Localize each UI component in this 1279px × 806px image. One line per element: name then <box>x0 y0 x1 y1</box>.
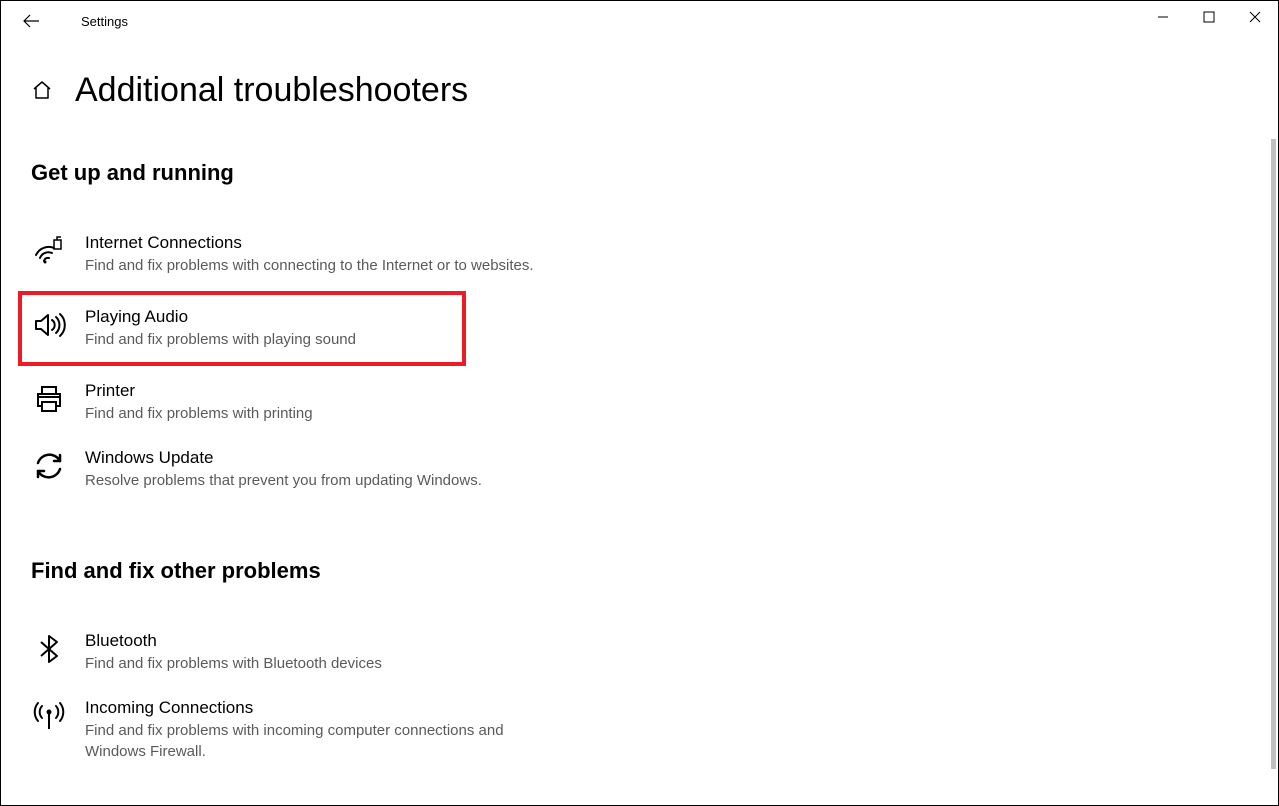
antenna-icon <box>31 698 67 734</box>
bluetooth-icon <box>31 631 67 667</box>
content-area: Additional troubleshooters Get up and ru… <box>1 41 1278 774</box>
arrow-left-icon <box>22 12 40 30</box>
troubleshooter-incoming-connections[interactable]: Incoming Connections Find and fix proble… <box>31 686 591 774</box>
troubleshooter-playing-audio[interactable]: Playing Audio Find and fix problems with… <box>18 291 466 366</box>
troubleshooter-bluetooth[interactable]: Bluetooth Find and fix problems with Blu… <box>31 619 591 686</box>
section-title-other: Find and fix other problems <box>31 558 1278 584</box>
troubleshooter-title: Internet Connections <box>85 233 553 253</box>
home-icon <box>31 79 53 101</box>
close-icon <box>1249 11 1261 23</box>
troubleshooter-internet-connections[interactable]: Internet Connections Find and fix proble… <box>31 221 591 288</box>
minimize-icon <box>1157 11 1169 23</box>
back-button[interactable] <box>11 1 51 41</box>
window-title: Settings <box>81 14 128 29</box>
troubleshooter-desc: Find and fix problems with connecting to… <box>85 255 553 276</box>
troubleshooter-list-1: Internet Connections Find and fix proble… <box>31 221 1278 503</box>
home-button[interactable] <box>31 79 55 103</box>
page-header: Additional troubleshooters <box>31 71 1278 110</box>
troubleshooter-list-2: Bluetooth Find and fix problems with Blu… <box>31 619 1278 774</box>
troubleshooter-title: Printer <box>85 381 553 401</box>
troubleshooter-desc: Find and fix problems with incoming comp… <box>85 720 553 762</box>
page-title: Additional troubleshooters <box>75 71 468 110</box>
minimize-button[interactable] <box>1140 1 1186 33</box>
troubleshooter-text: Internet Connections Find and fix proble… <box>85 233 583 276</box>
titlebar: Settings <box>1 1 1278 41</box>
printer-icon <box>31 381 67 417</box>
speaker-icon <box>31 307 67 343</box>
troubleshooter-title: Windows Update <box>85 448 553 468</box>
troubleshooter-text: Printer Find and fix problems with print… <box>85 381 583 424</box>
section-title-running: Get up and running <box>31 160 1278 186</box>
troubleshooter-text: Playing Audio Find and fix problems with… <box>85 307 454 350</box>
troubleshooter-windows-update[interactable]: Windows Update Resolve problems that pre… <box>31 436 591 503</box>
close-button[interactable] <box>1232 1 1278 33</box>
troubleshooter-title: Bluetooth <box>85 631 553 651</box>
troubleshooter-text: Windows Update Resolve problems that pre… <box>85 448 583 491</box>
sync-icon <box>31 448 67 484</box>
scrollbar[interactable] <box>1271 139 1276 769</box>
troubleshooter-title: Incoming Connections <box>85 698 553 718</box>
troubleshooter-title: Playing Audio <box>85 307 424 327</box>
window-controls <box>1140 1 1278 33</box>
troubleshooter-desc: Resolve problems that prevent you from u… <box>85 470 553 491</box>
maximize-icon <box>1203 11 1215 23</box>
troubleshooter-text: Bluetooth Find and fix problems with Blu… <box>85 631 583 674</box>
troubleshooter-text: Incoming Connections Find and fix proble… <box>85 698 583 762</box>
wifi-icon <box>31 233 67 269</box>
troubleshooter-printer[interactable]: Printer Find and fix problems with print… <box>31 369 591 436</box>
troubleshooter-desc: Find and fix problems with printing <box>85 403 553 424</box>
troubleshooter-desc: Find and fix problems with Bluetooth dev… <box>85 653 553 674</box>
maximize-button[interactable] <box>1186 1 1232 33</box>
troubleshooter-desc: Find and fix problems with playing sound <box>85 329 424 350</box>
